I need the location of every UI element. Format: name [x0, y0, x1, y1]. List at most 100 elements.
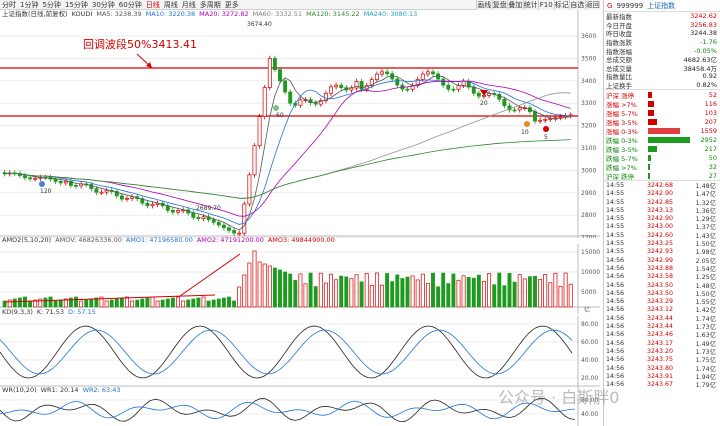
period-tab[interactable]: 周线	[164, 0, 178, 10]
volume-bar	[79, 300, 84, 308]
amo1-value: AMO1: 47196580.00	[125, 236, 193, 244]
tick-price: 3242.93	[646, 248, 673, 256]
kd-axis-tick: 80.00	[581, 321, 598, 328]
quote-header: G 999999 上证指数	[604, 0, 720, 12]
volume-bar	[23, 296, 27, 308]
volume-bar	[257, 261, 262, 308]
marker-120-label: 120	[40, 188, 52, 195]
candle-body	[170, 209, 175, 213]
tick-price: 3243.91	[646, 372, 673, 380]
volume-bar	[283, 271, 288, 308]
toolbar-button[interactable]: 叠加	[507, 0, 523, 10]
breadth-count: 32	[708, 162, 717, 171]
volume-bar	[553, 272, 558, 308]
period-tab[interactable]: 1分钟	[20, 0, 38, 10]
price-axis-tick: 2900	[581, 190, 596, 197]
volume-bar	[329, 273, 333, 308]
candle-body	[538, 119, 543, 122]
volume-bar	[38, 298, 43, 308]
amo-volume-chart[interactable]: 15000 10000 5000 亿	[0, 244, 600, 314]
toolbar-button[interactable]: 复盘	[491, 0, 508, 10]
candle-body	[211, 219, 216, 223]
wr-axis-tick: 80.00	[581, 397, 598, 404]
volume-bar	[512, 281, 517, 308]
period-tab[interactable]: 60分钟	[119, 0, 142, 10]
tick-price: 3243.80	[646, 364, 673, 372]
candle-body	[63, 180, 68, 184]
volume-bar	[303, 283, 308, 308]
candle-body	[502, 98, 507, 107]
period-tab[interactable]: 30分钟	[92, 0, 115, 10]
price-chart[interactable]: 3600 3500 3400 3300 3200 3100 3000 2900 2800 2700…	[0, 10, 600, 238]
volume-bar	[221, 297, 226, 308]
low-price-label: 2689.70	[196, 205, 221, 212]
period-tab[interactable]: 更多	[225, 0, 239, 10]
wr2-value: WR2: 63.43	[82, 386, 121, 394]
candle-body	[247, 174, 252, 205]
toolbar-button[interactable]: 标记	[553, 0, 570, 10]
volume-bar	[53, 300, 58, 308]
candle-body	[216, 222, 221, 226]
candle-body	[349, 87, 354, 91]
candle-body	[517, 107, 522, 111]
toolbar-button[interactable]: 画线	[476, 0, 492, 10]
volume-bar	[568, 283, 573, 308]
toolbar-button[interactable]: 统计	[522, 0, 539, 10]
volume-bar	[492, 284, 497, 308]
candle-body	[119, 195, 124, 200]
period-tab[interactable]: 日线	[146, 0, 160, 10]
tick-time: 14:55	[606, 231, 625, 239]
tick-price: 3243.44	[646, 314, 673, 322]
breadth-count: 217	[704, 144, 717, 153]
price-axis-tick: 3100	[581, 145, 596, 152]
group-tag: G	[607, 1, 613, 10]
toolbar-button[interactable]: 返回	[584, 0, 601, 10]
candle-body	[278, 69, 282, 82]
period-tab[interactable]: 多周期	[200, 0, 221, 10]
period-tab[interactable]: 15分钟	[65, 0, 88, 10]
volume-bar	[487, 273, 492, 308]
volume-bar	[538, 279, 543, 308]
index-name[interactable]: 上证指数	[647, 1, 675, 11]
candle-body	[288, 91, 293, 104]
toolbar-button[interactable]: F10	[538, 0, 554, 10]
period-tab[interactable]: 分时	[2, 0, 16, 10]
quote-value: 0.92	[702, 72, 717, 81]
period-tab[interactable]: 5分钟	[42, 0, 60, 10]
period-tab[interactable]: 月线	[182, 0, 196, 10]
volume-bar	[339, 275, 344, 308]
quote-value: 3242.62	[690, 12, 717, 21]
volume-bar	[89, 298, 94, 308]
marker-10-label: 10	[521, 129, 529, 136]
volume-bar	[201, 296, 206, 308]
candle-body	[94, 188, 99, 193]
volume-bar	[313, 286, 318, 308]
amo-axis-tick: 10000	[581, 269, 600, 276]
breadth-label: 沪深 跌停	[606, 172, 635, 181]
volume-bar	[288, 273, 293, 308]
tick-time: 14:56	[606, 298, 625, 306]
marker-dot-icon	[273, 105, 279, 111]
candle-body	[395, 78, 400, 86]
volume-bar	[425, 282, 430, 308]
toolbar-button[interactable]: 自选	[569, 0, 585, 10]
candle-body	[262, 87, 267, 117]
volume-bar	[237, 286, 242, 308]
tick-time: 14:56	[606, 331, 625, 339]
tick-time: 14:56	[606, 289, 625, 297]
volume-bar	[109, 299, 114, 308]
wr-indicator-chart[interactable]: 80.00 40.00	[0, 394, 600, 426]
tick-time: 14:56	[606, 356, 625, 364]
candle-body	[420, 73, 425, 80]
breadth-count: 116	[704, 99, 717, 108]
candle-body	[385, 71, 390, 75]
volume-bar	[323, 282, 328, 308]
tick-price: 3243.17	[646, 339, 673, 347]
tick-price: 3242.68	[646, 181, 673, 189]
tick-list[interactable]: 14:55 3242.68 1.48亿 14:55 3242.90 1.47亿 14:55 3…	[604, 181, 720, 389]
candle-body	[313, 102, 318, 105]
volume-bar	[165, 298, 170, 308]
candle-body	[461, 80, 466, 86]
tick-price: 3243.58	[646, 273, 673, 281]
kd-indicator-chart[interactable]: 80.00 60.00 40.00 20.00	[0, 316, 600, 392]
